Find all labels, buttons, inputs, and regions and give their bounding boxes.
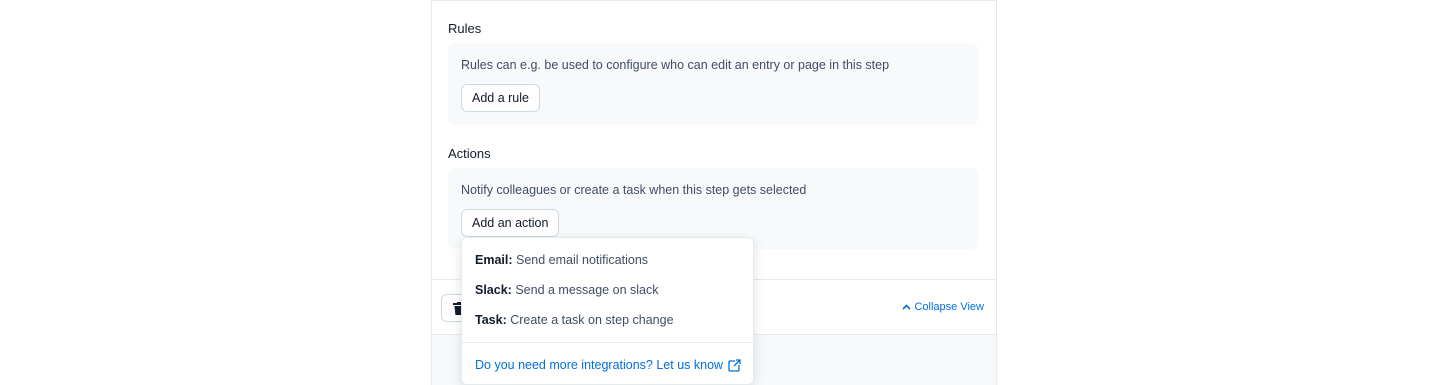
add-action-menu: Email: Send email notifications Slack: S… — [461, 237, 754, 385]
rules-description: Rules can e.g. be used to configure who … — [461, 58, 890, 72]
add-action-button[interactable]: Add an action — [461, 209, 560, 237]
add-rule-button[interactable]: Add a rule — [461, 84, 540, 112]
menu-item-slack[interactable]: Slack: Send a message on slack — [475, 283, 658, 297]
menu-item-slack-text: Send a message on slack — [515, 283, 659, 297]
menu-item-task[interactable]: Task: Create a task on step change — [475, 313, 674, 327]
rules-section-title: Rules — [448, 21, 482, 36]
actions-section-title: Actions — [448, 146, 491, 161]
menu-item-email-type: Email: — [475, 253, 513, 267]
actions-description: Notify colleagues or create a task when … — [461, 183, 807, 197]
more-integrations-link[interactable]: Do you need more integrations? Let us kn… — [475, 358, 742, 372]
collapse-view-button[interactable]: Collapse View — [902, 301, 984, 313]
external-link-icon — [728, 358, 742, 372]
collapse-view-label: Collapse View — [914, 301, 984, 313]
more-integrations-label: Do you need more integrations? Let us kn… — [475, 358, 724, 372]
menu-item-task-text: Create a task on step change — [510, 313, 674, 327]
menu-item-slack-type: Slack: — [475, 283, 512, 297]
rules-box: Rules can e.g. be used to configure who … — [448, 43, 978, 125]
menu-item-email-text: Send email notifications — [516, 253, 649, 267]
chevron-up-icon — [902, 304, 912, 310]
menu-divider — [462, 342, 753, 343]
menu-item-task-type: Task: — [475, 313, 507, 327]
menu-item-email[interactable]: Email: Send email notifications — [475, 253, 648, 267]
